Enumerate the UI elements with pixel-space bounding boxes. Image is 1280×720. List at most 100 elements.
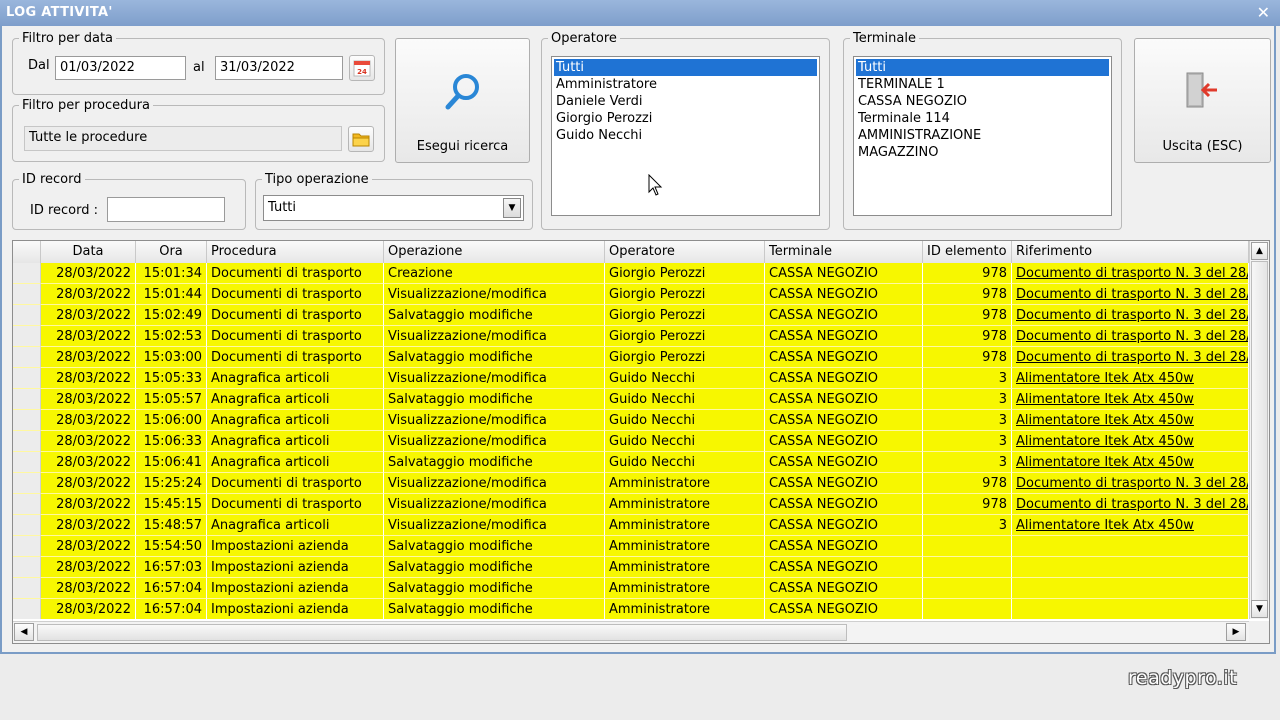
row-selector[interactable]: [13, 536, 41, 557]
row-selector[interactable]: [13, 578, 41, 599]
operator-option[interactable]: Daniele Verdi: [554, 93, 817, 110]
operation-type-select[interactable]: Tutti ▼: [263, 195, 524, 221]
terminal-option[interactable]: MAGAZZINO: [856, 144, 1109, 161]
row-selector[interactable]: [13, 410, 41, 431]
table-row[interactable]: 28/03/2022 16:57:03 Impostazioni azienda Sa…: [13, 557, 1249, 578]
table-row[interactable]: 28/03/2022 16:57:04 Impostazioni azienda Sa…: [13, 599, 1249, 619]
reference-link[interactable]: Documento di trasporto N. 3 del 28/03/20…: [1012, 284, 1249, 305]
operator-option[interactable]: Guido Necchi: [554, 127, 817, 144]
operator-listbox[interactable]: Tutti Amministratore Daniele Verdi Giorgio …: [551, 56, 820, 216]
row-selector[interactable]: [13, 473, 41, 494]
row-selector[interactable]: [13, 368, 41, 389]
procedure-select-button[interactable]: [348, 126, 374, 152]
vertical-scrollbar[interactable]: ▲ ▼: [1249, 241, 1269, 619]
reference-link[interactable]: Documento di trasporto N. 3 del 28/03/20…: [1012, 263, 1249, 284]
terminal-option[interactable]: Terminale 114: [856, 110, 1109, 127]
operator-option[interactable]: Amministratore: [554, 76, 817, 93]
table-row[interactable]: 28/03/2022 15:02:49 Documenti di trasporto…: [13, 305, 1249, 326]
column-header[interactable]: ID elemento: [923, 241, 1012, 263]
row-selector[interactable]: [13, 494, 41, 515]
table-row[interactable]: 28/03/2022 15:54:50 Impostazioni azienda Sa…: [13, 536, 1249, 557]
reference-link[interactable]: Documento di trasporto N. 3 del 28/03/20…: [1012, 473, 1249, 494]
reference-link[interactable]: [1012, 557, 1249, 578]
table-cell: Giorgio Perozzi: [605, 347, 765, 368]
row-selector[interactable]: [13, 305, 41, 326]
scroll-left-icon[interactable]: ◀: [14, 623, 34, 641]
table-cell: Visualizzazione/modifica: [384, 410, 605, 431]
column-header[interactable]: Ora: [136, 241, 207, 263]
scroll-up-icon[interactable]: ▲: [1251, 242, 1268, 260]
table-row[interactable]: 28/03/2022 15:06:00 Anagrafica articoli Vis…: [13, 410, 1249, 431]
reference-link[interactable]: Documento di trasporto N. 3 del 28/03/20…: [1012, 326, 1249, 347]
table-row[interactable]: 28/03/2022 15:06:41 Anagrafica articoli Sal…: [13, 452, 1249, 473]
search-button[interactable]: Esegui ricerca: [395, 38, 530, 163]
reference-link[interactable]: [1012, 578, 1249, 599]
terminal-listbox[interactable]: Tutti TERMINALE 1 CASSA NEGOZIO Terminale 1…: [853, 56, 1112, 216]
date-to-input[interactable]: 31/03/2022: [215, 56, 343, 80]
date-from-input[interactable]: 01/03/2022: [55, 56, 186, 80]
reference-link[interactable]: Alimentatore Itek Atx 450w: [1012, 389, 1249, 410]
table-row[interactable]: 28/03/2022 15:06:33 Anagrafica articoli Vis…: [13, 431, 1249, 452]
row-selector[interactable]: [13, 347, 41, 368]
table-cell: CASSA NEGOZIO: [765, 536, 923, 557]
table-row[interactable]: 28/03/2022 15:48:57 Anagrafica articoli Vis…: [13, 515, 1249, 536]
row-selector[interactable]: [13, 557, 41, 578]
table-row[interactable]: 28/03/2022 15:45:15 Documenti di trasporto…: [13, 494, 1249, 515]
table-row[interactable]: 28/03/2022 15:01:44 Documenti di trasporto…: [13, 284, 1249, 305]
scroll-down-icon[interactable]: ▼: [1251, 600, 1268, 618]
row-selector[interactable]: [13, 284, 41, 305]
calendar-button[interactable]: 24: [349, 55, 375, 81]
reference-link[interactable]: Documento di trasporto N. 3 del 28/03/20…: [1012, 347, 1249, 368]
reference-link[interactable]: Alimentatore Itek Atx 450w: [1012, 515, 1249, 536]
table-cell: Salvataggio modifiche: [384, 305, 605, 326]
close-icon[interactable]: ✕: [1257, 3, 1270, 22]
column-header[interactable]: Operatore: [605, 241, 765, 263]
column-header[interactable]: Procedura: [207, 241, 384, 263]
table-row[interactable]: 28/03/2022 15:03:00 Documenti di trasporto…: [13, 347, 1249, 368]
chevron-down-icon[interactable]: ▼: [503, 198, 521, 218]
reference-link[interactable]: Documento di trasporto N. 3 del 28/03/20…: [1012, 494, 1249, 515]
horizontal-scroll-thumb[interactable]: [37, 624, 847, 641]
row-selector[interactable]: [13, 326, 41, 347]
scroll-right-icon[interactable]: ▶: [1226, 623, 1246, 641]
table-row[interactable]: 28/03/2022 15:02:53 Documenti di trasporto…: [13, 326, 1249, 347]
exit-button[interactable]: Uscita (ESC): [1134, 38, 1271, 163]
table-cell: Creazione: [384, 263, 605, 284]
table-cell: CASSA NEGOZIO: [765, 452, 923, 473]
table-row[interactable]: 28/03/2022 16:57:04 Impostazioni azienda Sa…: [13, 578, 1249, 599]
terminal-option[interactable]: AMMINISTRAZIONE: [856, 127, 1109, 144]
row-selector-header[interactable]: [13, 241, 41, 263]
table-row[interactable]: 28/03/2022 15:05:33 Anagrafica articoli Vis…: [13, 368, 1249, 389]
table-row[interactable]: 28/03/2022 15:25:24 Documenti di trasporto…: [13, 473, 1249, 494]
row-selector[interactable]: [13, 431, 41, 452]
reference-link[interactable]: Documento di trasporto N. 3 del 28/03/20…: [1012, 305, 1249, 326]
column-header[interactable]: Data: [41, 241, 136, 263]
terminal-option[interactable]: CASSA NEGOZIO: [856, 93, 1109, 110]
vertical-scroll-thumb[interactable]: [1251, 261, 1268, 601]
reference-link[interactable]: Alimentatore Itek Atx 450w: [1012, 368, 1249, 389]
terminal-option[interactable]: Tutti: [856, 59, 1109, 76]
column-header[interactable]: Operazione: [384, 241, 605, 263]
row-selector[interactable]: [13, 599, 41, 619]
operator-option[interactable]: Giorgio Perozzi: [554, 110, 817, 127]
row-selector[interactable]: [13, 389, 41, 410]
reference-link[interactable]: Alimentatore Itek Atx 450w: [1012, 410, 1249, 431]
column-header[interactable]: Riferimento: [1012, 241, 1249, 263]
operator-option[interactable]: Tutti: [554, 59, 817, 76]
table-row[interactable]: 28/03/2022 15:05:57 Anagrafica articoli Sal…: [13, 389, 1249, 410]
row-selector[interactable]: [13, 263, 41, 284]
log-grid[interactable]: Data Ora Procedura Operazione Operatore Termi…: [12, 240, 1270, 644]
reference-link[interactable]: Alimentatore Itek Atx 450w: [1012, 431, 1249, 452]
reference-link[interactable]: [1012, 599, 1249, 619]
horizontal-scrollbar[interactable]: ◀ ▶: [13, 621, 1249, 643]
row-selector[interactable]: [13, 515, 41, 536]
table-row[interactable]: 28/03/2022 15:01:34 Documenti di trasporto…: [13, 263, 1249, 284]
reference-link[interactable]: [1012, 536, 1249, 557]
row-selector[interactable]: [13, 452, 41, 473]
id-record-input[interactable]: [107, 197, 225, 222]
procedure-filter-field[interactable]: Tutte le procedure: [24, 126, 342, 151]
table-cell: Anagrafica articoli: [207, 452, 384, 473]
terminal-option[interactable]: TERMINALE 1: [856, 76, 1109, 93]
reference-link[interactable]: Alimentatore Itek Atx 450w: [1012, 452, 1249, 473]
column-header[interactable]: Terminale: [765, 241, 923, 263]
